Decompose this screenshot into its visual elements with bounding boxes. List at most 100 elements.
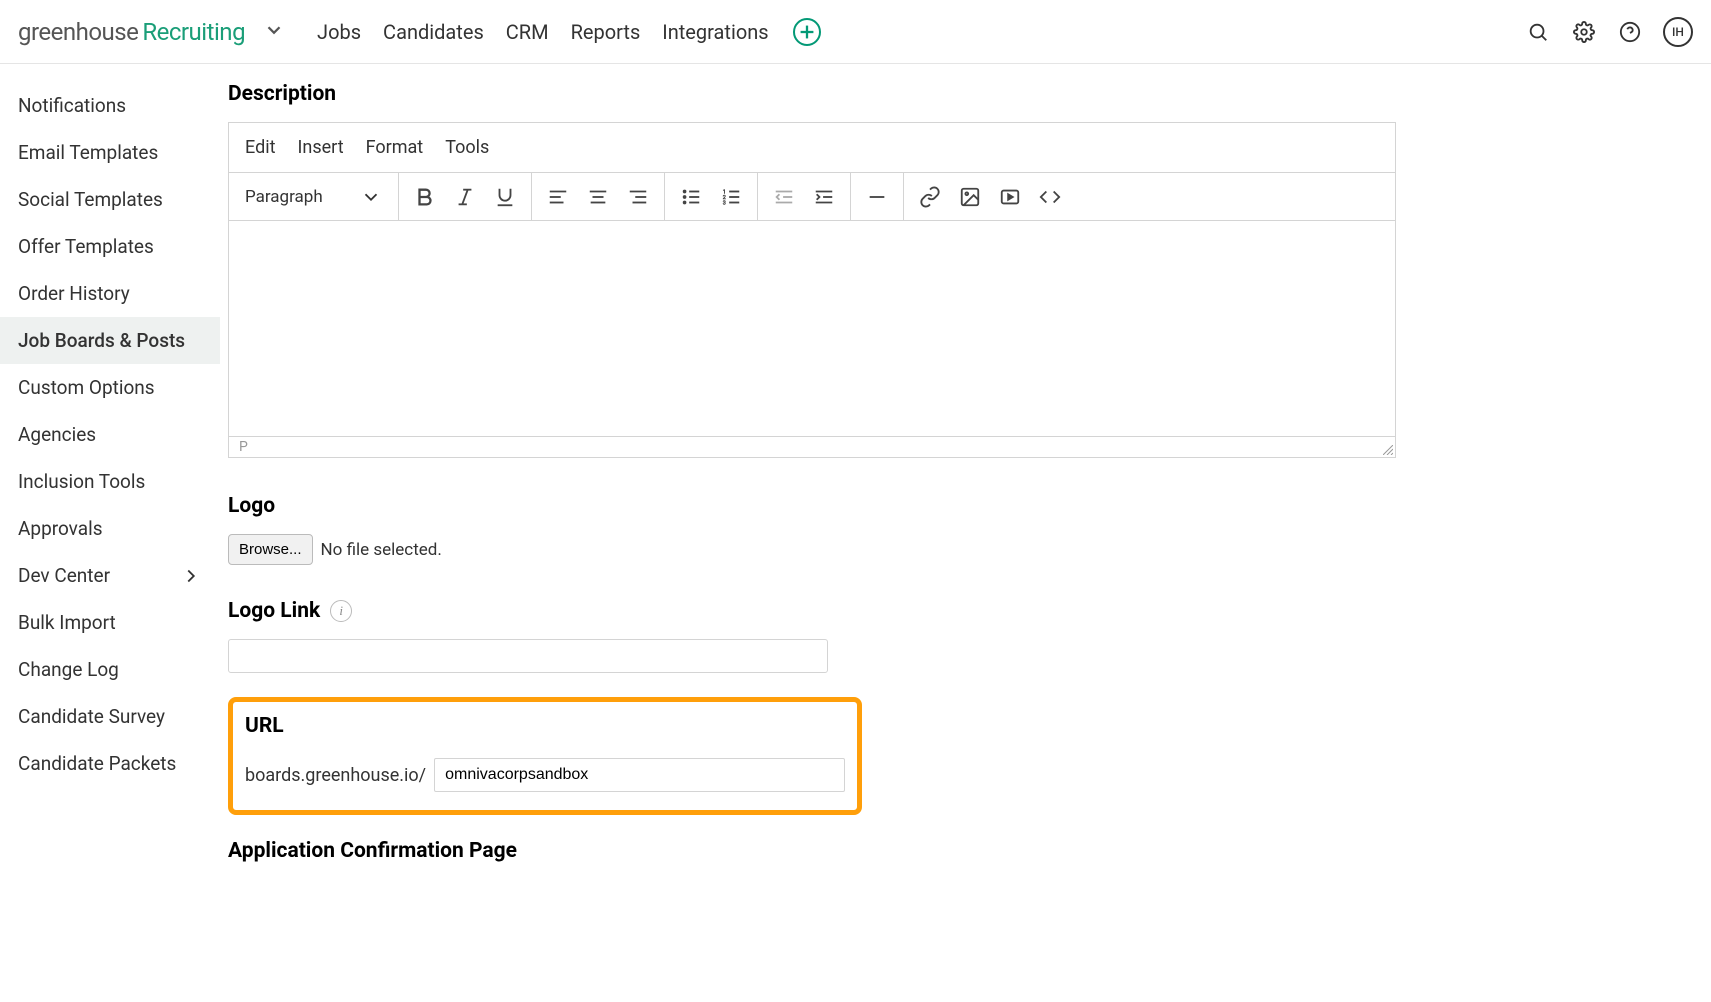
- sidebar-item-label: Approvals: [18, 517, 103, 540]
- image-button[interactable]: [950, 177, 990, 217]
- logo[interactable]: greenhouse Recruiting: [18, 18, 245, 46]
- video-button[interactable]: [990, 177, 1030, 217]
- sidebar-item-label: Notifications: [18, 94, 126, 117]
- chevron-down-icon: [263, 19, 285, 41]
- avatar[interactable]: IH: [1663, 17, 1693, 47]
- align-right-button[interactable]: [618, 177, 658, 217]
- sidebar-item-job-boards-posts[interactable]: Job Boards & Posts: [0, 317, 220, 364]
- topbar-right: IH: [1525, 17, 1693, 47]
- underline-button[interactable]: [485, 177, 525, 217]
- sidebar-item-social-templates[interactable]: Social Templates: [0, 176, 220, 223]
- nav-crm[interactable]: CRM: [506, 20, 549, 44]
- info-icon: i: [339, 603, 343, 619]
- link-icon: [919, 186, 941, 208]
- italic-button[interactable]: [445, 177, 485, 217]
- indent-icon: [813, 186, 835, 208]
- horizontal-rule-button[interactable]: [857, 177, 897, 217]
- code-button[interactable]: [1030, 177, 1070, 217]
- plus-icon: [796, 21, 818, 43]
- editor-body[interactable]: [229, 221, 1395, 437]
- nav-integrations[interactable]: Integrations: [662, 20, 768, 44]
- sidebar-item-label: Order History: [18, 282, 130, 305]
- logo-text-recruiting: Recruiting: [142, 18, 245, 46]
- sidebar: Notifications Email Templates Social Tem…: [0, 64, 220, 879]
- underline-icon: [494, 186, 516, 208]
- sidebar-item-label: Social Templates: [18, 188, 163, 211]
- sidebar-item-bulk-import[interactable]: Bulk Import: [0, 599, 220, 646]
- sidebar-item-label: Email Templates: [18, 141, 158, 164]
- application-confirmation-heading: Application Confirmation Page: [228, 839, 1396, 863]
- link-button[interactable]: [910, 177, 950, 217]
- editor-menu-edit[interactable]: Edit: [245, 137, 275, 158]
- outdent-button[interactable]: [764, 177, 804, 217]
- bold-button[interactable]: [405, 177, 445, 217]
- search-icon: [1527, 21, 1549, 43]
- sidebar-item-candidate-packets[interactable]: Candidate Packets: [0, 740, 220, 787]
- numbered-list-button[interactable]: 123: [711, 177, 751, 217]
- add-button[interactable]: [793, 18, 821, 46]
- top-bar: greenhouse Recruiting Jobs Candidates CR…: [0, 0, 1711, 64]
- editor-menu-format[interactable]: Format: [366, 137, 424, 158]
- editor-menu-insert[interactable]: Insert: [297, 137, 343, 158]
- url-slug-input[interactable]: [434, 758, 845, 792]
- nav-reports[interactable]: Reports: [571, 20, 641, 44]
- logo-link-heading: Logo Link: [228, 599, 320, 623]
- logo-text-greenhouse: greenhouse: [18, 18, 138, 46]
- nav-candidates[interactable]: Candidates: [383, 20, 484, 44]
- bold-icon: [414, 186, 436, 208]
- align-left-icon: [547, 186, 569, 208]
- url-section-highlighted: URL boards.greenhouse.io/: [228, 697, 862, 815]
- bullet-list-icon: [680, 186, 702, 208]
- block-format-dropdown[interactable]: Paragraph: [229, 173, 399, 220]
- sidebar-item-offer-templates[interactable]: Offer Templates: [0, 223, 220, 270]
- editor-menu-tools[interactable]: Tools: [445, 137, 489, 158]
- sidebar-item-dev-center[interactable]: Dev Center: [0, 552, 220, 599]
- outdent-icon: [773, 186, 795, 208]
- logo-link-info-button[interactable]: i: [330, 600, 352, 622]
- sidebar-item-order-history[interactable]: Order History: [0, 270, 220, 317]
- url-prefix-text: boards.greenhouse.io/: [245, 765, 426, 786]
- align-left-button[interactable]: [538, 177, 578, 217]
- code-icon: [1039, 186, 1061, 208]
- sidebar-item-approvals[interactable]: Approvals: [0, 505, 220, 552]
- editor-status-bar: P: [229, 437, 1395, 457]
- svg-text:3: 3: [723, 200, 726, 206]
- sidebar-item-custom-options[interactable]: Custom Options: [0, 364, 220, 411]
- browse-button[interactable]: Browse...: [228, 534, 313, 565]
- url-heading: URL: [245, 714, 845, 738]
- sidebar-item-label: Agencies: [18, 423, 96, 446]
- image-icon: [959, 186, 981, 208]
- main-content: Description Edit Insert Format Tools Par…: [220, 64, 1420, 879]
- bullet-list-button[interactable]: [671, 177, 711, 217]
- logo-link-input[interactable]: [228, 639, 828, 673]
- horizontal-rule-icon: [866, 186, 888, 208]
- sidebar-item-notifications[interactable]: Notifications: [0, 82, 220, 129]
- italic-icon: [454, 186, 476, 208]
- align-center-button[interactable]: [578, 177, 618, 217]
- search-button[interactable]: [1525, 19, 1551, 45]
- sidebar-item-agencies[interactable]: Agencies: [0, 411, 220, 458]
- indent-button[interactable]: [804, 177, 844, 217]
- editor-path: P: [239, 439, 248, 455]
- org-switcher-chevron[interactable]: [263, 19, 285, 45]
- sidebar-item-label: Change Log: [18, 658, 119, 681]
- align-center-icon: [587, 186, 609, 208]
- file-status-text: No file selected.: [321, 540, 442, 560]
- sidebar-item-label: Candidate Survey: [18, 705, 165, 728]
- sidebar-item-email-templates[interactable]: Email Templates: [0, 129, 220, 176]
- help-button[interactable]: [1617, 19, 1643, 45]
- chevron-right-icon: [180, 565, 202, 587]
- logo-heading: Logo: [228, 494, 1396, 518]
- sidebar-item-label: Custom Options: [18, 376, 155, 399]
- sidebar-item-inclusion-tools[interactable]: Inclusion Tools: [0, 458, 220, 505]
- sidebar-item-candidate-survey[interactable]: Candidate Survey: [0, 693, 220, 740]
- settings-button[interactable]: [1571, 19, 1597, 45]
- nav-jobs[interactable]: Jobs: [317, 20, 361, 44]
- help-icon: [1619, 21, 1641, 43]
- sidebar-item-change-log[interactable]: Change Log: [0, 646, 220, 693]
- sidebar-item-label: Offer Templates: [18, 235, 154, 258]
- resize-handle-icon[interactable]: [1383, 445, 1393, 455]
- align-right-icon: [627, 186, 649, 208]
- avatar-initials: IH: [1672, 25, 1684, 39]
- gear-icon: [1573, 21, 1595, 43]
